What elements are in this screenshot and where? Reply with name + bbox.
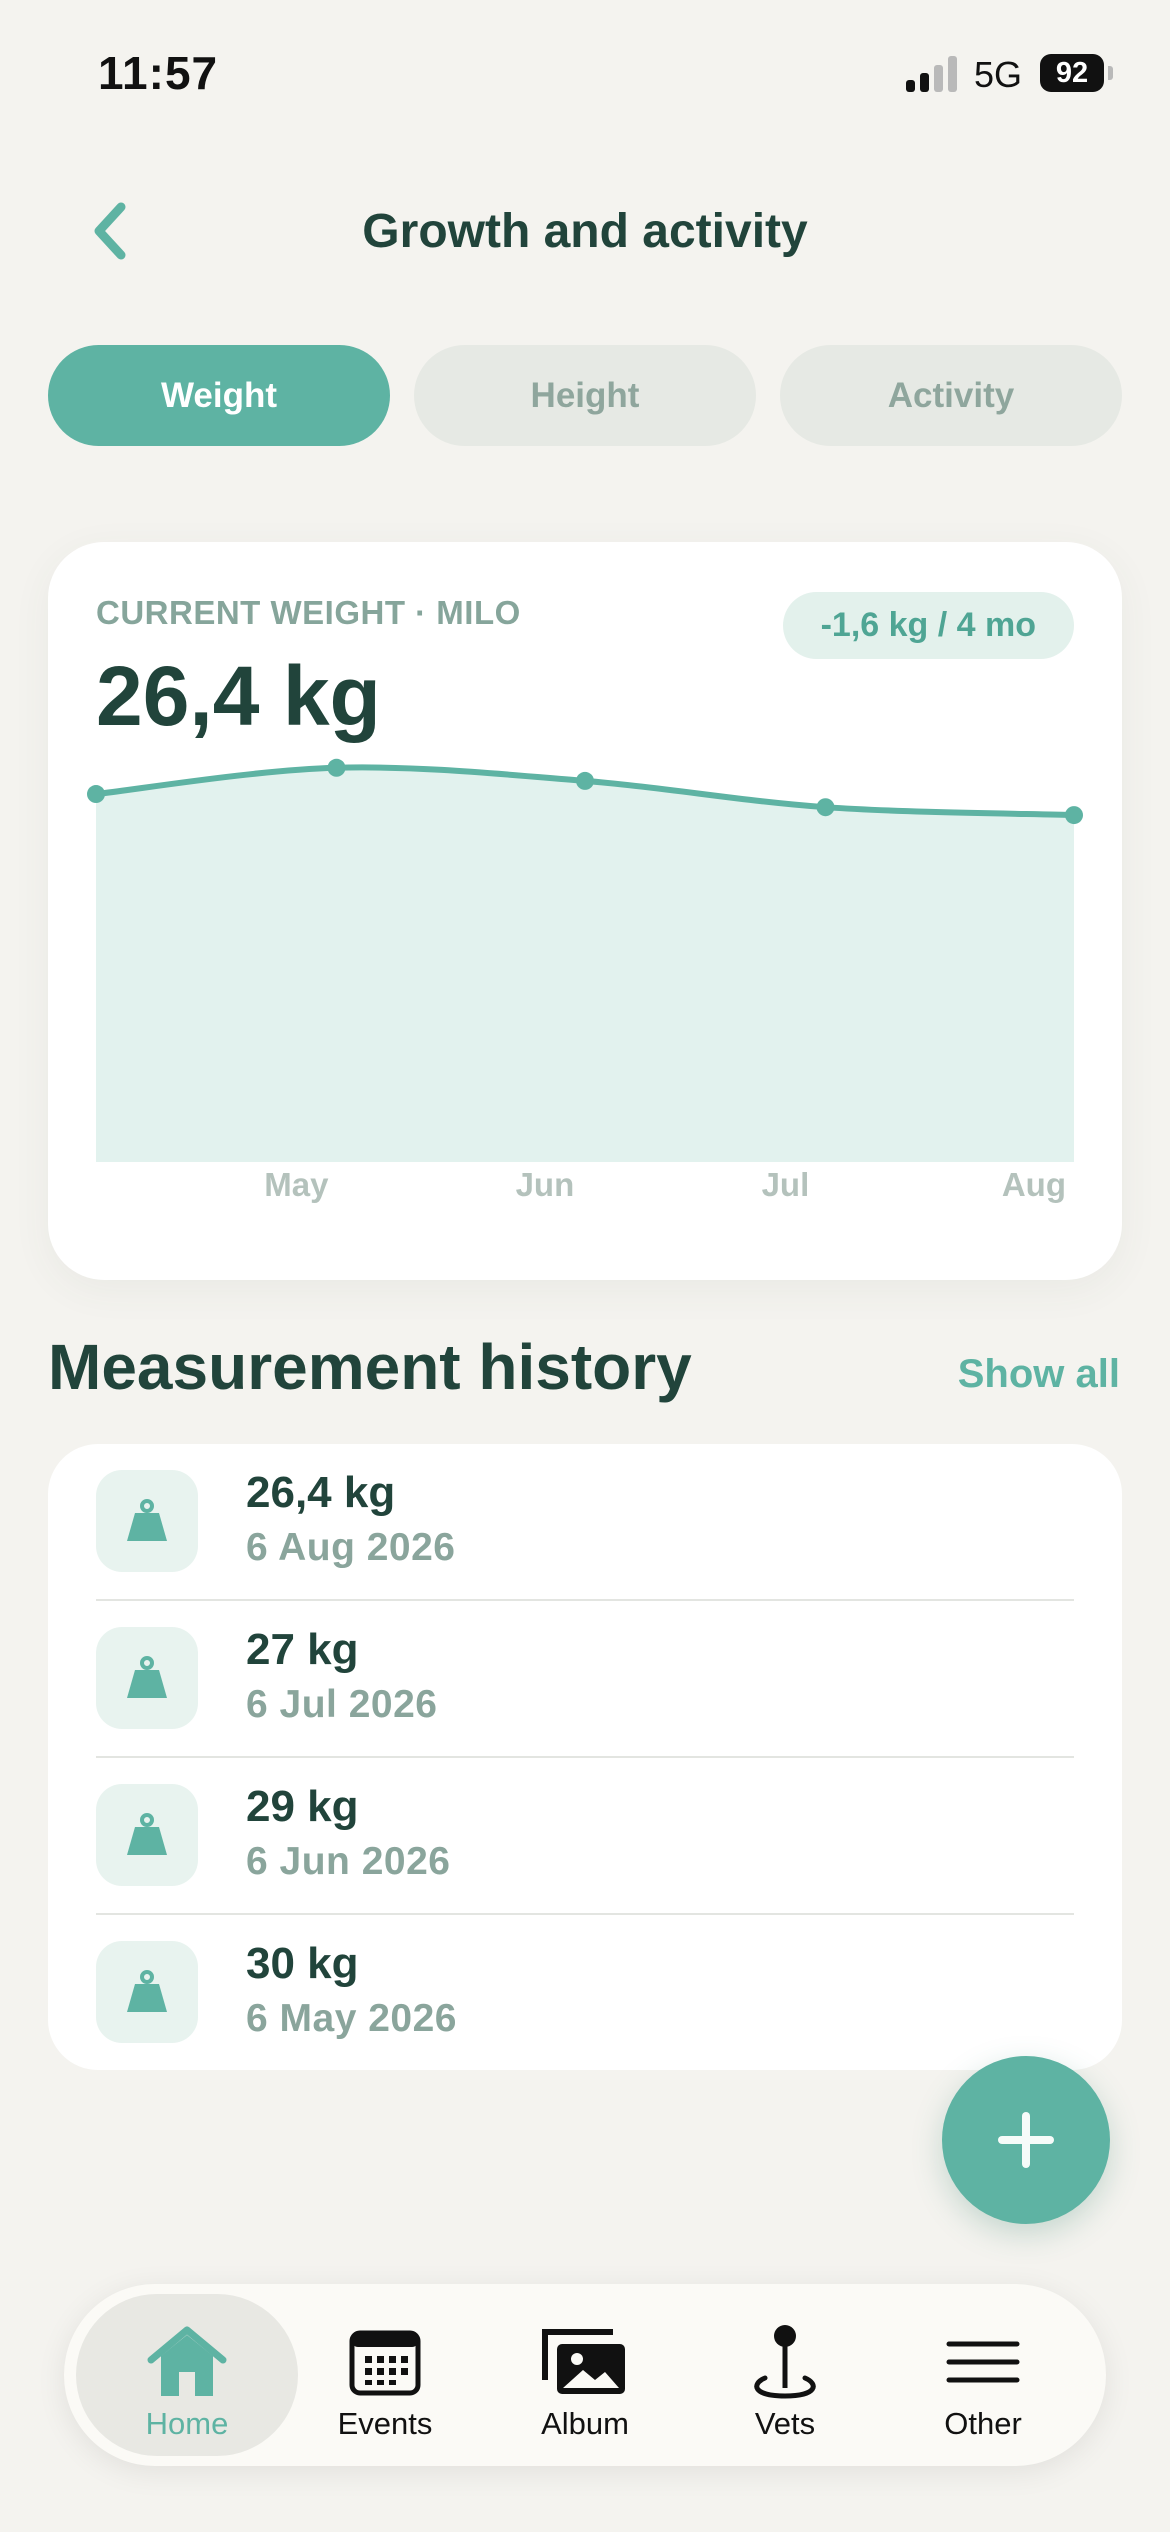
nav-label: Album [541,2406,629,2441]
menu-icon [872,2324,1094,2400]
signal-icon [906,56,958,92]
data-point[interactable] [327,758,346,777]
show-all-link[interactable]: Show all [958,1352,1120,1397]
page-title: Growth and activity [362,205,808,258]
weight-icon [96,1784,198,1886]
weight-icon [96,1470,198,1572]
data-point[interactable] [576,771,594,790]
data-point[interactable] [1065,806,1083,825]
weight-change-badge: -1,6 kg / 4 mo [782,592,1074,659]
measurement-value: 29 kg [246,1782,359,1831]
list-item[interactable]: 27 kg 6 Jul 2026 [48,1601,1122,1758]
nav-home[interactable]: Home [76,2294,298,2456]
nav-album[interactable]: Album [474,2294,696,2456]
screen: 11:57 5G 92 Growth and activity Weight H… [0,0,1170,2532]
photos-icon [474,2324,696,2400]
chart-area [96,767,1074,1162]
weight-icon [96,1941,198,2043]
list-item[interactable]: 30 kg 6 May 2026 [48,1915,1122,2072]
x-tick-label: Jul [762,1166,810,1203]
nav-other[interactable]: Other [872,2294,1094,2456]
nav-label: Home [145,2406,229,2441]
home-icon [76,2324,298,2400]
battery-icon: 92 [1040,54,1104,92]
calendar-icon [274,2324,496,2400]
location-pin-icon [674,2324,896,2400]
data-point[interactable] [87,785,105,804]
measurement-date: 6 Jul 2026 [246,1683,438,1726]
current-weight-label: CURRENT WEIGHT · MILO [96,594,521,631]
x-tick-label: Aug [1002,1166,1066,1203]
list-item[interactable]: 26,4 kg 6 Aug 2026 [48,1444,1122,1601]
bottom-nav: Home Events Album Vets Other [64,2284,1106,2466]
x-tick-label: May [264,1166,329,1203]
status-bar: 11:57 5G 92 [0,0,1170,150]
weight-chart-card: May Jun Jul Aug CURRENT WEIGHT · MILO 26,4 … [48,542,1122,1280]
measurement-date: 6 May 2026 [246,1997,457,2040]
nav-label: Vets [754,2406,816,2441]
measurement-list: 26,4 kg 6 Aug 2026 27 kg 6 Jul 2026 29 k… [48,1444,1122,2070]
section-title: Measurement history [48,1331,692,1403]
tab-activity[interactable]: Activity [780,345,1122,446]
data-point[interactable] [816,798,835,817]
battery-tip [1108,66,1113,80]
network-label: 5G [974,54,1023,95]
x-tick-label: Jun [516,1166,575,1203]
measurement-date: 6 Aug 2026 [246,1526,456,1569]
measurement-date: 6 Jun 2026 [246,1840,451,1883]
measurement-value: 26,4 kg [246,1468,396,1517]
list-item[interactable]: 29 kg 6 Jun 2026 [48,1758,1122,1915]
nav-events[interactable]: Events [274,2294,496,2456]
tab-height[interactable]: Height [414,345,756,446]
tab-weight[interactable]: Weight [48,345,390,446]
current-weight-value: 26,4 kg [96,649,381,743]
nav-label: Events [337,2406,433,2441]
segment-tabs: Weight Height Activity [48,345,1122,446]
plus-icon [998,2112,1054,2168]
measurement-value: 27 kg [246,1625,359,1674]
nav-label: Other [944,2406,1022,2441]
measurement-value: 30 kg [246,1939,359,1988]
weight-icon [96,1627,198,1729]
status-time: 11:57 [98,47,219,99]
nav-vets[interactable]: Vets [674,2294,896,2456]
add-measurement-button[interactable] [942,2056,1110,2224]
